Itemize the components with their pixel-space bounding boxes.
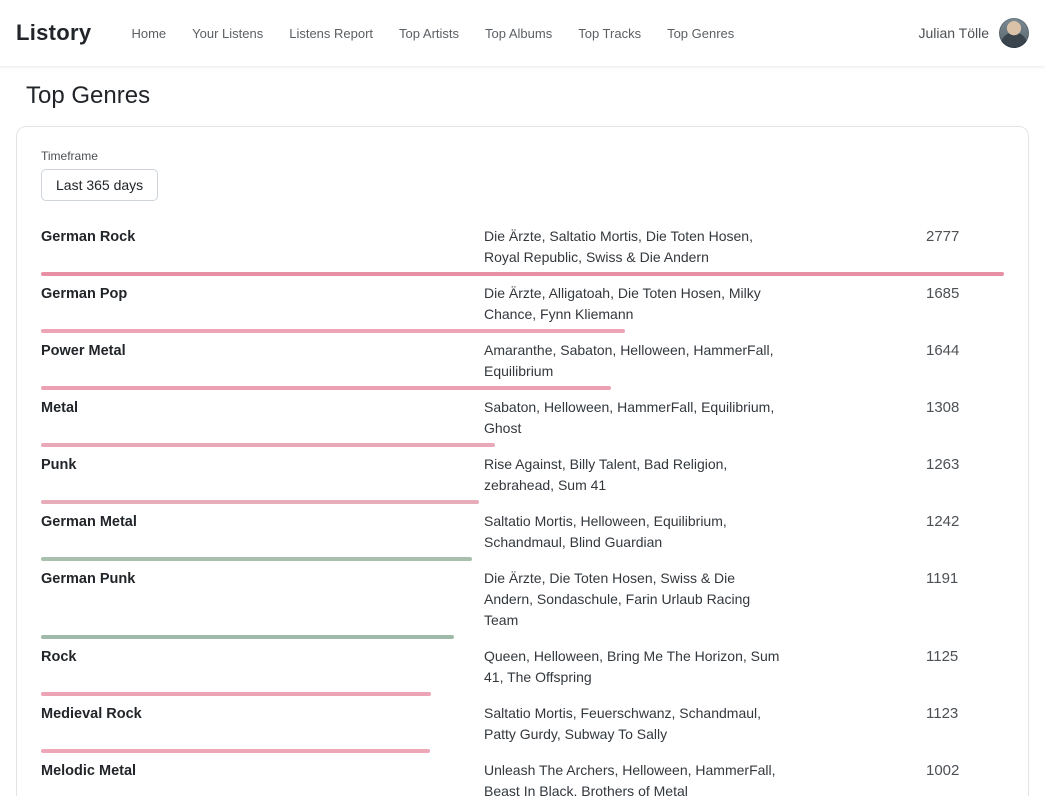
genre-name: German Metal (41, 511, 484, 553)
genre-count: 1002 (926, 760, 1004, 796)
genre-row: Power Metal Amaranthe, Sabaton, Hellowee… (41, 335, 1004, 392)
genre-row: German Punk Die Ärzte, Die Toten Hosen, … (41, 563, 1004, 641)
genre-name: Metal (41, 397, 484, 439)
user-avatar[interactable] (999, 18, 1029, 48)
genre-name: Rock (41, 646, 484, 688)
nav-link-home[interactable]: Home (131, 26, 166, 41)
genre-name: German Pop (41, 283, 484, 325)
genre-count: 1191 (926, 568, 1004, 631)
genre-artists: Die Ärzte, Saltatio Mortis, Die Toten Ho… (484, 226, 786, 268)
genre-row: Medieval Rock Saltatio Mortis, Feuerschw… (41, 698, 1004, 755)
timeframe-select-button[interactable]: Last 365 days (41, 169, 158, 201)
genre-bar (41, 386, 611, 390)
genre-row: German Metal Saltatio Mortis, Helloween,… (41, 506, 1004, 563)
navbar-user-area: Julian Tölle (918, 18, 1029, 48)
page-content: Top Genres Timeframe Last 365 days Germa… (0, 82, 1045, 796)
genre-row: Metal Sabaton, Helloween, HammerFall, Eq… (41, 392, 1004, 449)
genre-row: German Rock Die Ärzte, Saltatio Mortis, … (41, 221, 1004, 278)
genre-bar (41, 635, 454, 639)
genre-artists: Saltatio Mortis, Helloween, Equilibrium,… (484, 511, 786, 553)
genre-bar (41, 500, 479, 504)
genre-artists: Sabaton, Helloween, HammerFall, Equilibr… (484, 397, 786, 439)
genre-name: Melodic Metal (41, 760, 484, 796)
nav-link-top-albums[interactable]: Top Albums (485, 26, 552, 41)
genre-count: 2777 (926, 226, 1004, 268)
timeframe-label: Timeframe (41, 149, 1004, 163)
nav-link-top-artists[interactable]: Top Artists (399, 26, 459, 41)
brand-logo[interactable]: Listory (16, 20, 91, 46)
genre-name: Medieval Rock (41, 703, 484, 745)
genre-artists: Saltatio Mortis, Feuerschwanz, Schandmau… (484, 703, 786, 745)
nav-link-top-tracks[interactable]: Top Tracks (578, 26, 641, 41)
genre-bar (41, 329, 625, 333)
page-title: Top Genres (26, 82, 1029, 110)
navbar: Listory Home Your Listens Listens Report… (0, 0, 1045, 66)
genre-bar (41, 692, 431, 696)
genre-count: 1125 (926, 646, 1004, 688)
genre-bar (41, 443, 495, 447)
genre-name: German Punk (41, 568, 484, 631)
genre-bar (41, 557, 472, 561)
genre-count: 1263 (926, 454, 1004, 496)
genre-row: German Pop Die Ärzte, Alligatoah, Die To… (41, 278, 1004, 335)
genre-row: Punk Rise Against, Billy Talent, Bad Rel… (41, 449, 1004, 506)
genre-artists: Queen, Helloween, Bring Me The Horizon, … (484, 646, 786, 688)
genre-count: 1123 (926, 703, 1004, 745)
genre-count: 1644 (926, 340, 1004, 382)
user-name[interactable]: Julian Tölle (918, 25, 989, 41)
nav-link-top-genres[interactable]: Top Genres (667, 26, 734, 41)
genre-artists: Unleash The Archers, Helloween, HammerFa… (484, 760, 786, 796)
genre-artists: Die Ärzte, Die Toten Hosen, Swiss & Die … (484, 568, 786, 631)
genre-row: Rock Queen, Helloween, Bring Me The Hori… (41, 641, 1004, 698)
genre-artists: Rise Against, Billy Talent, Bad Religion… (484, 454, 786, 496)
genre-bar (41, 272, 1004, 276)
nav-link-listens-report[interactable]: Listens Report (289, 26, 373, 41)
genre-count: 1242 (926, 511, 1004, 553)
genre-bar (41, 749, 430, 753)
genre-count: 1308 (926, 397, 1004, 439)
genre-artists: Amaranthe, Sabaton, Helloween, HammerFal… (484, 340, 786, 382)
genre-name: Power Metal (41, 340, 484, 382)
genre-artists: Die Ärzte, Alligatoah, Die Toten Hosen, … (484, 283, 786, 325)
nav-link-your-listens[interactable]: Your Listens (192, 26, 263, 41)
genre-name: German Rock (41, 226, 484, 268)
top-genres-card: Timeframe Last 365 days German Rock Die … (16, 126, 1029, 796)
genre-row: Melodic Metal Unleash The Archers, Hello… (41, 755, 1004, 796)
genre-list: German Rock Die Ärzte, Saltatio Mortis, … (41, 221, 1004, 796)
nav-links: Home Your Listens Listens Report Top Art… (131, 26, 734, 41)
genre-name: Punk (41, 454, 484, 496)
genre-count: 1685 (926, 283, 1004, 325)
